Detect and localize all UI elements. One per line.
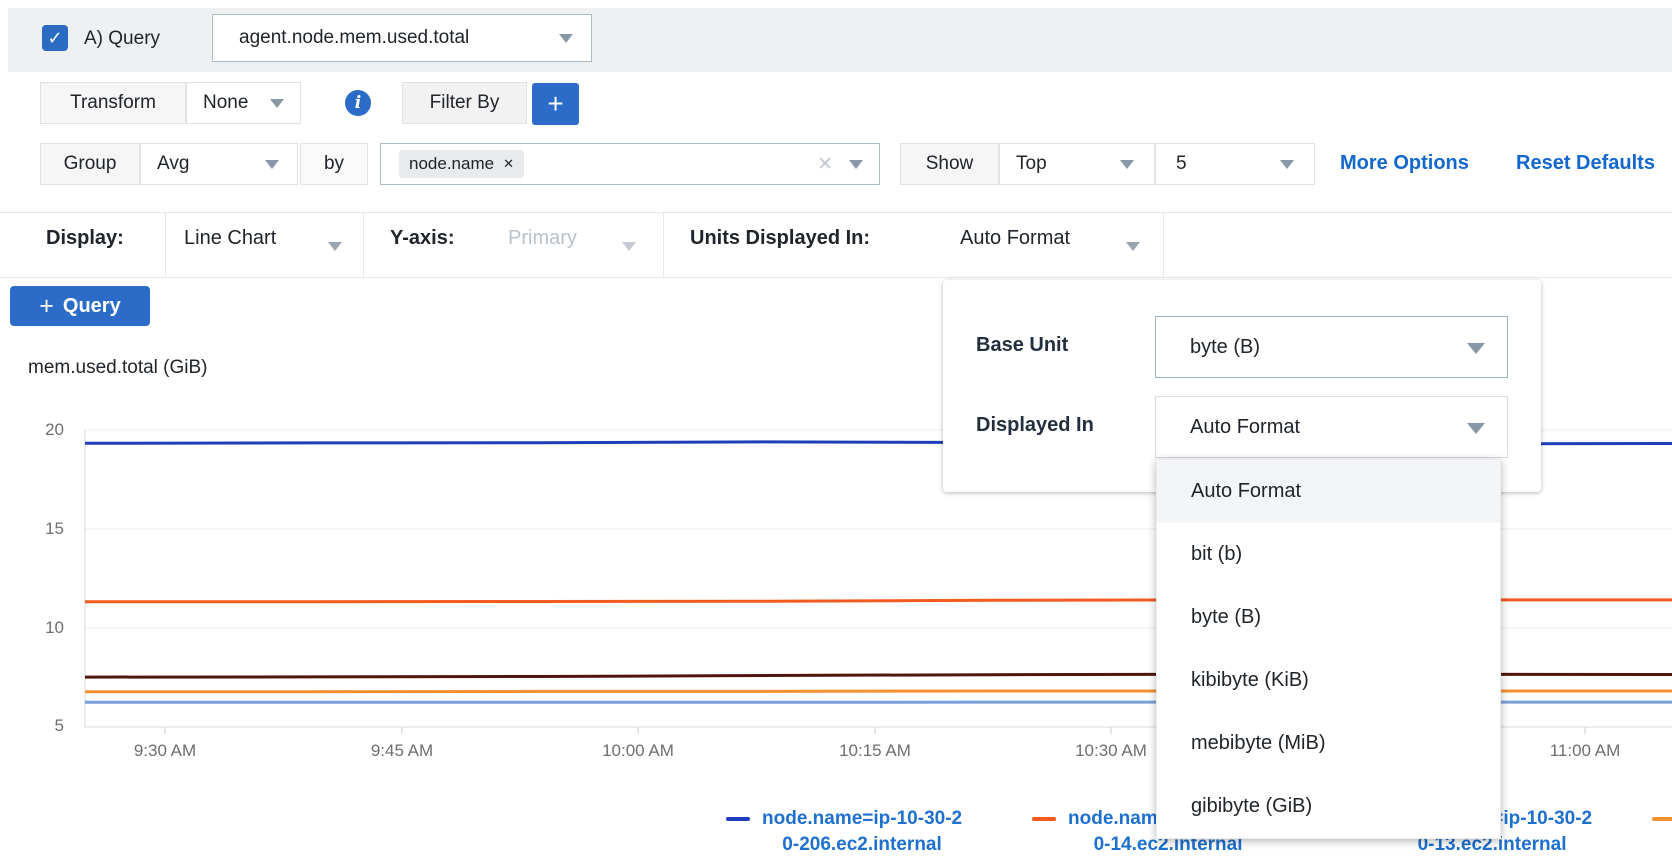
- show-count-select[interactable]: 5: [1155, 143, 1315, 185]
- legend-dash-icon: [726, 817, 750, 821]
- group-by-input[interactable]: node.name ✕ ✕: [380, 143, 880, 185]
- legend-dash-icon: [1032, 817, 1056, 821]
- displayed-in-select[interactable]: Auto Format: [1155, 396, 1508, 458]
- show-count-value: 5: [1156, 153, 1187, 175]
- base-unit-value: byte (B): [1156, 336, 1260, 359]
- transform-label-chip: Transform: [40, 82, 186, 124]
- add-query-button[interactable]: + Query: [10, 286, 150, 326]
- legend-label-line1: node.name=ip-10-30-2: [762, 806, 962, 832]
- show-mode-select[interactable]: Top: [999, 143, 1155, 185]
- y-tick-label: 20: [20, 420, 64, 440]
- unit-option[interactable]: bit (b): [1157, 523, 1500, 586]
- metric-select-value: agent.node.mem.used.total: [213, 27, 469, 49]
- units-select[interactable]: Auto Format: [960, 227, 1070, 250]
- legend-label-line2: 0-206.ec2.internal: [782, 832, 941, 858]
- displayed-in-label: Displayed In: [976, 414, 1094, 437]
- legend-dash-icon: [1652, 817, 1672, 821]
- query-label: A) Query: [84, 28, 160, 50]
- y-tick-label: 15: [20, 519, 64, 539]
- plus-icon: +: [39, 292, 54, 321]
- chevron-down-icon: [1126, 242, 1140, 251]
- query-editor-screen: ✓ A) Query agent.node.mem.used.total Tra…: [0, 0, 1672, 866]
- query-enabled-checkbox[interactable]: ✓: [42, 25, 68, 51]
- divider: [165, 212, 166, 278]
- base-unit-select[interactable]: byte (B): [1155, 316, 1508, 378]
- clear-input-icon[interactable]: ✕: [817, 153, 833, 176]
- chevron-down-icon: [1120, 160, 1134, 169]
- chevron-down-icon: [270, 99, 284, 108]
- unit-option[interactable]: gibibyte (GiB): [1157, 775, 1500, 838]
- chevron-down-icon: [328, 242, 342, 251]
- x-tick-label: 10:15 AM: [820, 741, 930, 761]
- filter-by-label-chip: Filter By: [402, 82, 527, 124]
- chevron-down-icon: [1280, 160, 1294, 169]
- group-by-tag[interactable]: node.name ✕: [399, 150, 524, 178]
- metric-select[interactable]: agent.node.mem.used.total: [212, 14, 592, 62]
- y-tick-label: 5: [20, 716, 64, 736]
- add-filter-button[interactable]: +: [532, 83, 579, 125]
- unit-option[interactable]: Auto Format: [1157, 460, 1500, 523]
- display-label: Display:: [46, 227, 124, 250]
- x-tick-label: 11:00 AM: [1530, 741, 1640, 761]
- unit-option[interactable]: kibibyte (KiB): [1157, 649, 1500, 712]
- checkmark-icon: ✓: [47, 28, 62, 49]
- transform-select-value: None: [187, 92, 248, 114]
- chevron-down-icon: [559, 34, 573, 43]
- group-by-tag-label: node.name: [409, 154, 494, 174]
- chevron-down-icon: [265, 160, 279, 169]
- aggregation-select[interactable]: Avg: [140, 143, 298, 185]
- x-tick-label: 10:00 AM: [583, 741, 693, 761]
- chevron-down-icon: [1467, 343, 1485, 354]
- yaxis-select[interactable]: Primary: [508, 227, 577, 250]
- divider: [363, 212, 364, 278]
- transform-select[interactable]: None: [186, 82, 301, 124]
- x-tick-label: 9:30 AM: [110, 741, 220, 761]
- displayed-in-value: Auto Format: [1156, 416, 1300, 439]
- base-unit-label: Base Unit: [976, 334, 1068, 357]
- legend-item[interactable]: node.name=ip-10-30-2 0-206.ec2.internal: [726, 806, 962, 858]
- units-displayed-label: Units Displayed In:: [690, 227, 870, 250]
- chevron-down-icon: [1467, 423, 1485, 434]
- add-query-button-label: Query: [63, 295, 121, 318]
- more-options-link[interactable]: More Options: [1340, 152, 1469, 175]
- divider: [663, 212, 664, 278]
- divider: [1163, 212, 1164, 278]
- yaxis-label: Y-axis:: [390, 227, 454, 250]
- y-tick-label: 10: [20, 618, 64, 638]
- x-tick-label: 9:45 AM: [347, 741, 457, 761]
- unit-option[interactable]: mebibyte (MiB): [1157, 712, 1500, 775]
- info-icon[interactable]: i: [345, 90, 371, 116]
- x-tick-label: 10:30 AM: [1056, 741, 1166, 761]
- show-mode-value: Top: [1000, 153, 1047, 175]
- unit-option[interactable]: byte (B): [1157, 586, 1500, 649]
- unit-options-list: Auto Format bit (b) byte (B) kibibyte (K…: [1156, 459, 1501, 839]
- chart-title: mem.used.total (GiB): [28, 357, 208, 379]
- chevron-down-icon: [622, 242, 636, 251]
- chart-type-select[interactable]: Line Chart: [184, 227, 276, 250]
- aggregation-select-value: Avg: [141, 153, 189, 175]
- group-label-chip: Group: [40, 143, 140, 185]
- chevron-down-icon: [849, 160, 863, 169]
- show-label-chip: Show: [900, 143, 999, 185]
- plus-icon: +: [547, 88, 563, 120]
- legend-item[interactable]: [1652, 806, 1672, 821]
- reset-defaults-link[interactable]: Reset Defaults: [1516, 152, 1655, 175]
- remove-tag-icon[interactable]: ✕: [503, 156, 514, 172]
- by-label-chip: by: [300, 143, 368, 185]
